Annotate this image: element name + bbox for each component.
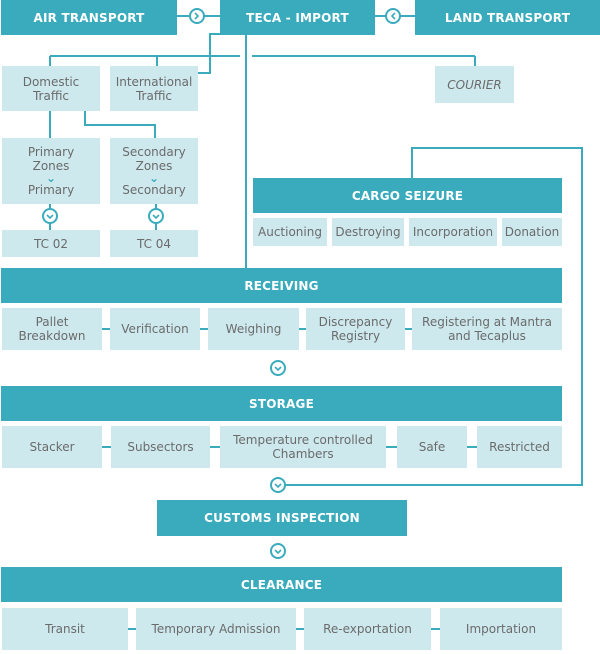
storage-item: Subsectors — [111, 426, 210, 468]
tc04-box: TC 04 — [110, 230, 198, 257]
primary-zones-label: Primary Zones — [27, 145, 75, 173]
receiving-item: Verification — [110, 308, 200, 350]
international-traffic-box: International Traffic — [110, 66, 198, 111]
clearance-item: Temporary Admission — [136, 608, 296, 650]
tc02-box: TC 02 — [2, 230, 100, 257]
receiving-header: RECEIVING — [1, 268, 562, 303]
clearance-item: Transit — [2, 608, 128, 650]
storage-item: Temperature controlled Chambers — [220, 426, 386, 468]
storage-item: Stacker — [2, 426, 102, 468]
primary-zones-box: Primary Zones ⌄ Primary — [2, 138, 100, 204]
cargo-item: Donation — [502, 218, 562, 246]
land-transport-header: LAND TRANSPORT — [415, 0, 600, 35]
storage-header: STORAGE — [1, 386, 562, 421]
storage-item: Safe — [397, 426, 467, 468]
receiving-item: Discrepancy Registry — [306, 308, 405, 350]
arrow-down-circle-icon — [148, 208, 164, 224]
cargo-item: Destroying — [332, 218, 404, 246]
receiving-item: Pallet Breakdown — [2, 308, 102, 350]
courier-box: COURIER — [435, 66, 514, 103]
arrow-down-circle-icon — [270, 543, 286, 559]
customs-inspection-header: CUSTOMS INSPECTION — [157, 500, 407, 536]
teca-import-flow-diagram: AIR TRANSPORT TECA - IMPORT LAND TRANSPO… — [0, 0, 600, 654]
storage-item: Restricted — [477, 426, 562, 468]
chevron-down-icon: ⌄ — [45, 171, 57, 185]
clearance-item: Importation — [440, 608, 562, 650]
arrow-down-circle-icon — [270, 477, 286, 493]
arrow-down-circle-icon — [42, 208, 58, 224]
teca-import-header: TECA - IMPORT — [220, 0, 375, 35]
domestic-traffic-box: Domestic Traffic — [2, 66, 100, 111]
secondary-zones-box: Secondary Zones ⌄ Secondary — [110, 138, 198, 204]
receiving-item: Weighing — [208, 308, 299, 350]
air-transport-header: AIR TRANSPORT — [1, 0, 177, 35]
arrow-down-circle-icon — [270, 360, 286, 376]
primary-label: Primary — [27, 183, 75, 197]
secondary-zones-label: Secondary Zones — [122, 145, 186, 173]
cargo-item: Incorporation — [409, 218, 497, 246]
clearance-item: Re-exportation — [304, 608, 431, 650]
cargo-item: Auctioning — [253, 218, 327, 246]
secondary-label: Secondary — [122, 183, 186, 197]
receiving-item: Registering at Mantra and Tecaplus — [412, 308, 562, 350]
cargo-seizure-header: CARGO SEIZURE — [253, 178, 562, 213]
chevron-down-icon: ⌄ — [148, 171, 160, 185]
clearance-header: CLEARANCE — [1, 567, 562, 602]
